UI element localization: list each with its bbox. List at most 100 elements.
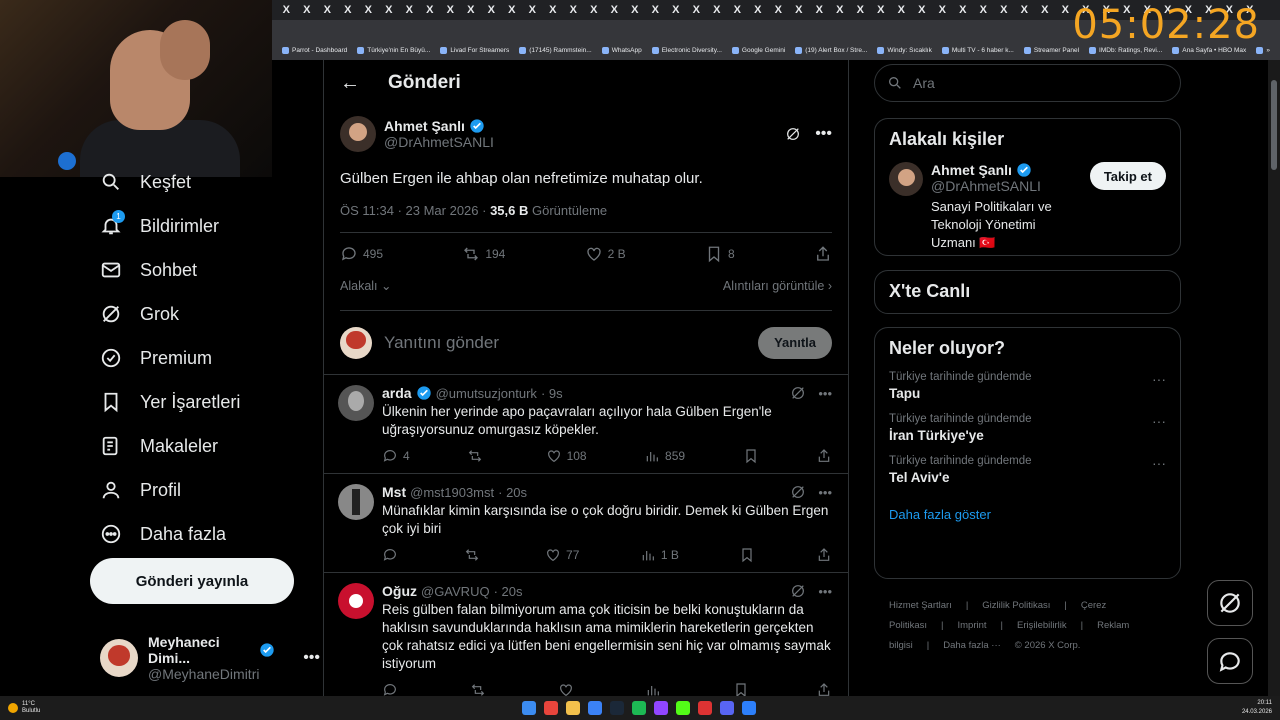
- share-action[interactable]: [816, 448, 832, 464]
- like-action[interactable]: 2 B: [585, 245, 626, 263]
- more-dots-icon[interactable]: ···: [1152, 371, 1166, 401]
- browser-tab[interactable]: X: [1035, 4, 1056, 16]
- show-more-link[interactable]: Daha fazla göster: [889, 507, 1166, 522]
- trend-item[interactable]: Türkiye tarihinde gündemde Tapu ···: [889, 371, 1166, 401]
- browser-tab[interactable]: X: [481, 4, 502, 16]
- browser-tab[interactable]: X: [871, 4, 892, 16]
- nav-item-grok[interactable]: Grok: [90, 292, 320, 336]
- browser-tab[interactable]: X: [399, 4, 420, 16]
- more-dots-icon[interactable]: •••: [303, 649, 320, 667]
- bookmark-item[interactable]: Türkiye'nin En Büyü...: [357, 46, 430, 54]
- browser-tab[interactable]: X: [891, 4, 912, 16]
- chrome-icon[interactable]: [544, 701, 558, 715]
- browser-tab[interactable]: X: [912, 4, 933, 16]
- app-icon[interactable]: [698, 701, 712, 715]
- browser-tab[interactable]: X: [768, 4, 789, 16]
- footer-link[interactable]: Hizmet Şartları: [889, 600, 952, 611]
- browser-tab[interactable]: X: [604, 4, 625, 16]
- browser-tab[interactable]: X: [440, 4, 461, 16]
- bookmark-item[interactable]: Multi TV - 6 haber k...: [941, 46, 1014, 54]
- more-dots-icon[interactable]: •••: [818, 386, 832, 401]
- more-dots-icon[interactable]: •••: [815, 125, 832, 143]
- reply-action[interactable]: [382, 682, 403, 696]
- more-dots-icon[interactable]: •••: [818, 584, 832, 599]
- weather-widget[interactable]: 11°C Bulutlu: [8, 701, 40, 715]
- author-name[interactable]: Ahmet Şanlı: [384, 118, 465, 134]
- reply-action[interactable]: 4: [382, 448, 410, 464]
- nav-item-bell[interactable]: 1 Bildirimler: [90, 204, 320, 248]
- footer-link[interactable]: © 2026 X Corp.: [1015, 640, 1081, 651]
- nav-item-mail[interactable]: Sohbet: [90, 248, 320, 292]
- reply-button[interactable]: Yanıtla: [758, 326, 832, 359]
- search-input[interactable]: Ara: [874, 64, 1181, 102]
- messages-fab[interactable]: [1207, 638, 1253, 684]
- browser-tab[interactable]: X: [317, 4, 338, 16]
- reply-author-handle[interactable]: @GAVRUQ: [421, 584, 490, 599]
- post-button[interactable]: Gönderi yayınla: [90, 558, 294, 604]
- browser-tab[interactable]: X: [645, 4, 666, 16]
- browser-tab[interactable]: X: [994, 4, 1015, 16]
- footer-link[interactable]: Daha fazla ···: [943, 640, 1001, 651]
- heart-action[interactable]: [558, 682, 579, 696]
- avatar[interactable]: [338, 583, 374, 619]
- sort-dropdown[interactable]: Alakalı ⌄: [340, 278, 392, 293]
- repost-action[interactable]: 194: [462, 245, 505, 263]
- grok-icon[interactable]: [790, 484, 806, 500]
- browser-tab[interactable]: X: [358, 4, 379, 16]
- share-action[interactable]: [814, 245, 832, 263]
- bookmark-item[interactable]: Google Gemini: [731, 46, 785, 54]
- browser-tab[interactable]: X: [625, 4, 646, 16]
- share-action[interactable]: [816, 547, 832, 563]
- heart-action[interactable]: 108: [546, 448, 587, 464]
- browser-tab[interactable]: X: [461, 4, 482, 16]
- bookmark-item[interactable]: (19) Alert Box / Stre...: [795, 46, 867, 54]
- bookmark-item[interactable]: WhatsApp: [601, 46, 642, 54]
- related-handle[interactable]: @DrAhmetSANLI: [931, 178, 1082, 194]
- nav-item-article[interactable]: Makaleler: [90, 424, 320, 468]
- reply-author-name[interactable]: Oğuz: [382, 583, 417, 599]
- reply-input[interactable]: Yanıtını gönder: [384, 333, 746, 353]
- trend-item[interactable]: Türkiye tarihinde gündemde Tel Aviv'e ···: [889, 455, 1166, 485]
- browser-tab[interactable]: X: [789, 4, 810, 16]
- spotify-icon[interactable]: [632, 701, 646, 715]
- account-switcher[interactable]: Meyhaneci Dimi... @MeyhaneDimitri •••: [100, 634, 320, 682]
- bookmark-item[interactable]: Windy: Sıcaklık: [877, 46, 932, 54]
- more-dots-icon[interactable]: •••: [818, 485, 832, 500]
- reply-author-name[interactable]: Mst: [382, 484, 406, 500]
- trend-item[interactable]: Türkiye tarihinde gündemde İran Türkiye'y…: [889, 413, 1166, 443]
- steam-icon[interactable]: [610, 701, 624, 715]
- nav-item-search[interactable]: Keşfet: [90, 160, 320, 204]
- reply-author-handle[interactable]: @mst1903mst: [410, 485, 494, 500]
- avatar[interactable]: [889, 162, 923, 196]
- bookmark-action[interactable]: [743, 448, 759, 464]
- browser-tab[interactable]: X: [686, 4, 707, 16]
- app-icon[interactable]: [588, 701, 602, 715]
- reply-item[interactable]: arda @umutsuzjonturk · 9s ••• Ülkenin her ye…: [324, 375, 848, 474]
- browser-tab[interactable]: X: [707, 4, 728, 16]
- post-time[interactable]: ÖS 11:34 · 23 Mar 2026 ·: [340, 203, 490, 218]
- browser-tab[interactable]: X: [420, 4, 441, 16]
- browser-tab[interactable]: X: [297, 4, 318, 16]
- author-handle[interactable]: @DrAhmetSANLI: [384, 134, 494, 150]
- browser-tab[interactable]: X: [850, 4, 871, 16]
- avatar[interactable]: [338, 484, 374, 520]
- browser-tab[interactable]: X: [953, 4, 974, 16]
- nav-item-bookmark[interactable]: Yer İşaretleri: [90, 380, 320, 424]
- browser-tab[interactable]: X: [748, 4, 769, 16]
- repost-action[interactable]: [470, 682, 491, 696]
- reply-author-handle[interactable]: @umutsuzjonturk: [436, 386, 537, 401]
- reply-author-name[interactable]: arda: [382, 385, 412, 401]
- browser-tab[interactable]: X: [276, 4, 297, 16]
- scrollbar[interactable]: [1268, 60, 1280, 696]
- bookmark-item[interactable]: (17145) Rammstein...: [519, 46, 592, 54]
- live-panel[interactable]: X'te Canlı: [874, 270, 1181, 314]
- browser-tab[interactable]: X: [666, 4, 687, 16]
- avatar[interactable]: [340, 116, 376, 152]
- reply-item[interactable]: Mst @mst1903mst · 20s ••• Münafıklar kimin k…: [324, 474, 848, 573]
- follow-button[interactable]: Takip et: [1089, 162, 1166, 190]
- browser-tab[interactable]: X: [379, 4, 400, 16]
- browser-tab[interactable]: X: [563, 4, 584, 16]
- avatar[interactable]: [338, 385, 374, 421]
- bookmark-action[interactable]: [739, 547, 755, 563]
- repost-action[interactable]: [467, 448, 488, 464]
